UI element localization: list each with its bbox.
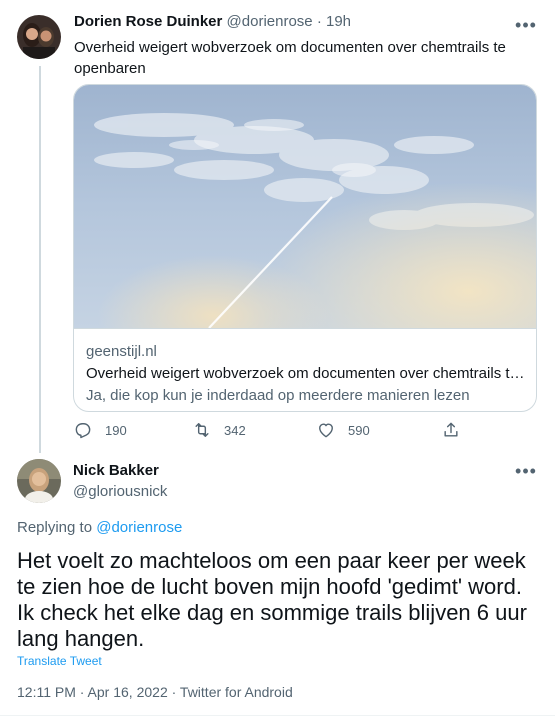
like-button[interactable]: 590 xyxy=(316,419,370,441)
tweet1-display-name[interactable]: Dorien Rose Duinker xyxy=(74,13,222,30)
card-image-sky xyxy=(74,85,536,329)
reply-count: 190 xyxy=(105,422,127,438)
divider xyxy=(0,715,555,716)
tweet2-handle[interactable]: @gloriousnick xyxy=(73,483,167,500)
tweet1-text: Overheid weigert wobverzoek om documente… xyxy=(74,39,506,77)
heart-icon xyxy=(319,423,333,438)
retweet-icon xyxy=(195,423,209,437)
tweet1-more-icon[interactable]: ••• xyxy=(514,16,538,36)
reply-icon xyxy=(75,423,91,439)
tweet2-display-name-text: Nick Bakker xyxy=(73,462,159,479)
avatar-nick[interactable] xyxy=(17,459,61,503)
reply-button[interactable]: 190 xyxy=(73,419,127,441)
thread-connector-line xyxy=(39,66,41,453)
card-body: geenstijl.nl Overheid weigert wobverzoek… xyxy=(74,328,536,411)
tweet2-display-name[interactable]: Nick Bakker xyxy=(73,462,159,479)
tweet1-separator: · xyxy=(312,13,326,30)
share-button[interactable] xyxy=(441,419,473,441)
tweet1-time[interactable]: 19h xyxy=(326,13,351,30)
tweet2-more-icon[interactable]: ••• xyxy=(514,462,538,482)
tweet2-timestamp-source[interactable]: 12:11 PM · Apr 16, 2022 · Twitter for An… xyxy=(17,684,293,700)
retweet-button[interactable]: 342 xyxy=(192,419,246,441)
tweet2-text: Het voelt zo machteloos om een paar keer… xyxy=(17,548,527,651)
card-domain: geenstijl.nl xyxy=(86,343,157,360)
share-icon xyxy=(444,422,458,437)
card-description: Ja, die kop kun je inderdaad op meerdere… xyxy=(86,387,470,404)
tweet1-handle[interactable]: @dorienrose xyxy=(227,13,313,30)
tweet1-header: Dorien Rose Duinker @dorienrose · 19h xyxy=(74,13,351,30)
translate-tweet-link[interactable]: Translate Tweet xyxy=(17,654,102,668)
replying-to-line: Replying to @dorienrose xyxy=(17,519,182,536)
link-card[interactable]: geenstijl.nl Overheid weigert wobverzoek… xyxy=(73,84,537,412)
retweet-count: 342 xyxy=(224,422,246,438)
replying-to-prefix: Replying to xyxy=(17,519,97,536)
like-count: 590 xyxy=(348,422,370,438)
avatar-dorien[interactable] xyxy=(17,15,61,59)
card-title: Overheid weigert wobverzoek om documente… xyxy=(86,365,528,382)
replying-to-handle[interactable]: @dorienrose xyxy=(96,519,182,536)
